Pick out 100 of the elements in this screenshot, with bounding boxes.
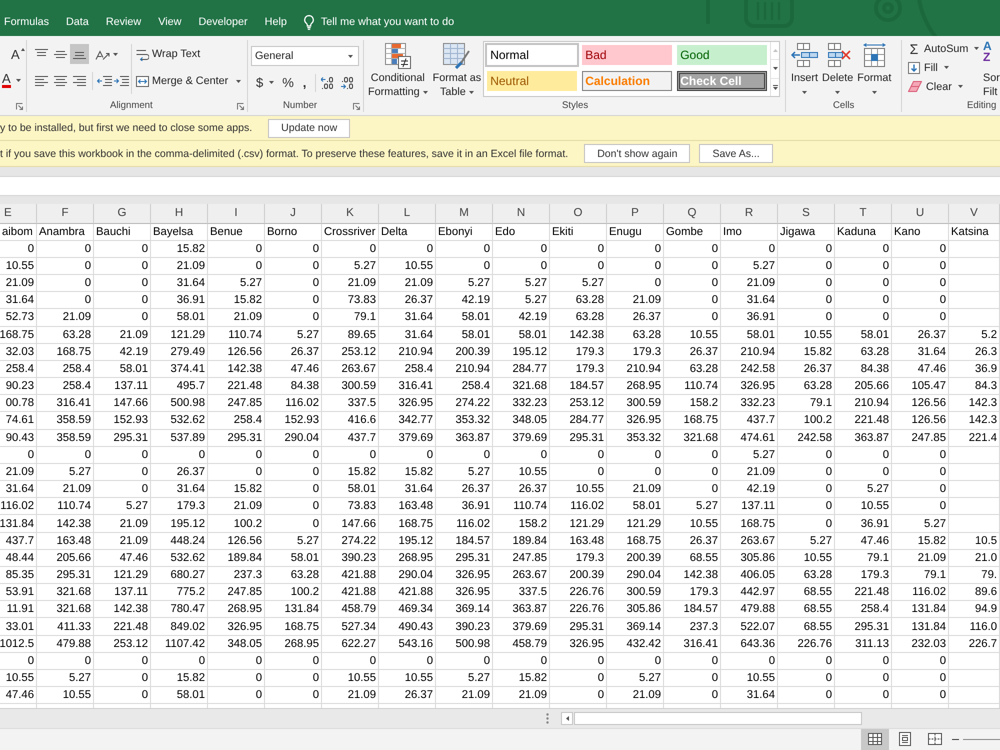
table-cell: 0 — [835, 240, 892, 258]
table-cell: 290.04 — [379, 566, 436, 584]
table-cell: 5.27 — [607, 670, 664, 688]
table-cell: 21.09 — [151, 258, 208, 276]
table-cell: 0 — [607, 275, 664, 292]
clear-button[interactable]: Clear — [908, 80, 952, 94]
table-cell: 10.55 — [0, 258, 37, 276]
table-cell: 421.88 — [379, 584, 436, 602]
column-header[interactable]: P — [607, 204, 664, 224]
insert-cells-button[interactable]: Insert — [789, 40, 820, 100]
column-header[interactable]: Q — [664, 204, 721, 224]
format-cells-button[interactable]: Format — [855, 40, 894, 100]
table-cell: 68.55 — [778, 584, 835, 602]
table-cell: 121.29 — [94, 566, 151, 584]
ribbon-tab[interactable]: Review — [106, 15, 142, 29]
table-cell: 326.95 — [607, 412, 664, 430]
table-cell: 0 — [493, 240, 550, 258]
column-header[interactable]: T — [835, 204, 892, 224]
table-cell: 0 — [94, 481, 151, 498]
scroll-left-button[interactable] — [561, 712, 573, 726]
table-cell: 15.82 — [778, 344, 835, 361]
caret-icon[interactable] — [236, 80, 242, 82]
dialog-launcher-icon[interactable] — [16, 102, 23, 110]
fill-button[interactable]: Fill — [908, 60, 938, 74]
table-cell: 0 — [835, 687, 892, 704]
increase-decimal-icon[interactable] — [321, 76, 336, 88]
column-header[interactable]: I — [208, 204, 265, 224]
table-cell: 0 — [94, 258, 151, 276]
table-cell: 168.75 — [607, 532, 664, 550]
delete-cells-button[interactable]: Delete — [820, 40, 856, 100]
column-header[interactable]: U — [892, 204, 949, 224]
column-header[interactable]: K — [322, 204, 379, 224]
table-cell: 36.91 — [151, 292, 208, 310]
ribbon-tab[interactable]: Help — [264, 15, 287, 29]
conditional-formatting-button[interactable]: Conditional Formatting — [366, 40, 430, 100]
table-cell: 0 — [550, 446, 607, 464]
caret-icon[interactable] — [16, 78, 21, 82]
table-cell: 0 — [322, 446, 379, 464]
ribbon-tab[interactable]: Formulas — [4, 15, 49, 29]
column-header[interactable]: N — [493, 204, 550, 224]
column-header[interactable]: V — [949, 204, 1000, 224]
autosum-button[interactable]: Σ AutoSum — [908, 42, 968, 56]
align-bottom-button[interactable] — [70, 44, 89, 64]
ribbon-tab[interactable]: Developer — [198, 15, 248, 29]
decrease-decimal-icon[interactable] — [341, 76, 356, 88]
column-header[interactable]: R — [721, 204, 778, 224]
table-cell: 326.95 — [379, 395, 436, 412]
table-cell: 305.86 — [607, 601, 664, 618]
save-as-button[interactable]: Save As... — [699, 144, 773, 163]
sort-filter-button[interactable]: A Z Sor Filt — [983, 40, 1000, 100]
caret-icon[interactable] — [269, 81, 274, 84]
dont-show-again-button[interactable]: Don't show again — [584, 144, 690, 163]
group-label: Editing — [967, 100, 996, 112]
merge-center-button[interactable]: Merge & Center — [136, 71, 228, 91]
font-color-button[interactable]: A — [2, 72, 11, 88]
table-cell: 42.19 — [94, 344, 151, 361]
dialog-launcher-icon[interactable] — [237, 102, 244, 110]
column-header[interactable]: L — [379, 204, 436, 224]
ribbon-tab[interactable]: Data — [66, 15, 89, 29]
splitter-icon[interactable] — [546, 713, 549, 724]
caret-icon[interactable] — [974, 47, 980, 50]
column-header[interactable]: E — [0, 204, 37, 224]
table-cell: 15.82 — [208, 481, 265, 498]
table-cell: 21.09 — [607, 292, 664, 310]
grow-font-button[interactable]: A — [11, 48, 25, 62]
table-cell: 0 — [664, 481, 721, 498]
ribbon-tab[interactable]: View — [158, 15, 182, 29]
update-now-button[interactable]: Update now — [268, 118, 350, 138]
cell-style-button[interactable]: Good — [675, 43, 770, 67]
format-as-table-button[interactable]: Format as Table — [430, 40, 484, 100]
currency-button[interactable]: $ — [256, 76, 264, 90]
caret-icon[interactable] — [958, 85, 963, 88]
column-header[interactable]: J — [265, 204, 322, 224]
table-cell: 0 — [265, 309, 322, 327]
column-header[interactable]: F — [37, 204, 94, 224]
cell-style-button[interactable]: Bad — [580, 43, 674, 67]
table-cell: 0 — [835, 275, 892, 292]
caret-icon[interactable] — [944, 66, 949, 69]
table-cell: 90.43 — [0, 430, 37, 447]
column-header[interactable]: O — [550, 204, 607, 224]
table-cell: 163.48 — [37, 532, 94, 550]
column-header[interactable]: H — [151, 204, 208, 224]
column-header[interactable]: G — [94, 204, 151, 224]
table-cell: 110.74 — [208, 326, 265, 344]
cell-style-button[interactable]: Neutral — [485, 69, 580, 93]
number-format-dropdown[interactable]: General — [251, 46, 359, 66]
column-header[interactable]: M — [436, 204, 493, 224]
table-cell: 321.68 — [37, 584, 94, 602]
wrap-text-button[interactable]: Wrap Text — [136, 44, 200, 64]
search-field[interactable]: Tell me what you want to do — [320, 15, 463, 29]
comma-style-button[interactable]: , — [302, 76, 306, 90]
dialog-launcher-icon[interactable] — [353, 102, 360, 110]
table-cell: 58.01 — [151, 687, 208, 704]
scrollbar-thumb[interactable] — [574, 712, 862, 726]
table-cell: 116.02 — [550, 498, 607, 516]
table-cell: 5.27 — [436, 464, 493, 482]
column-header[interactable]: S — [778, 204, 835, 224]
normal-view-button[interactable] — [861, 728, 889, 750]
cell-style-button[interactable]: Normal — [485, 43, 580, 67]
percent-button[interactable]: % — [282, 76, 294, 90]
